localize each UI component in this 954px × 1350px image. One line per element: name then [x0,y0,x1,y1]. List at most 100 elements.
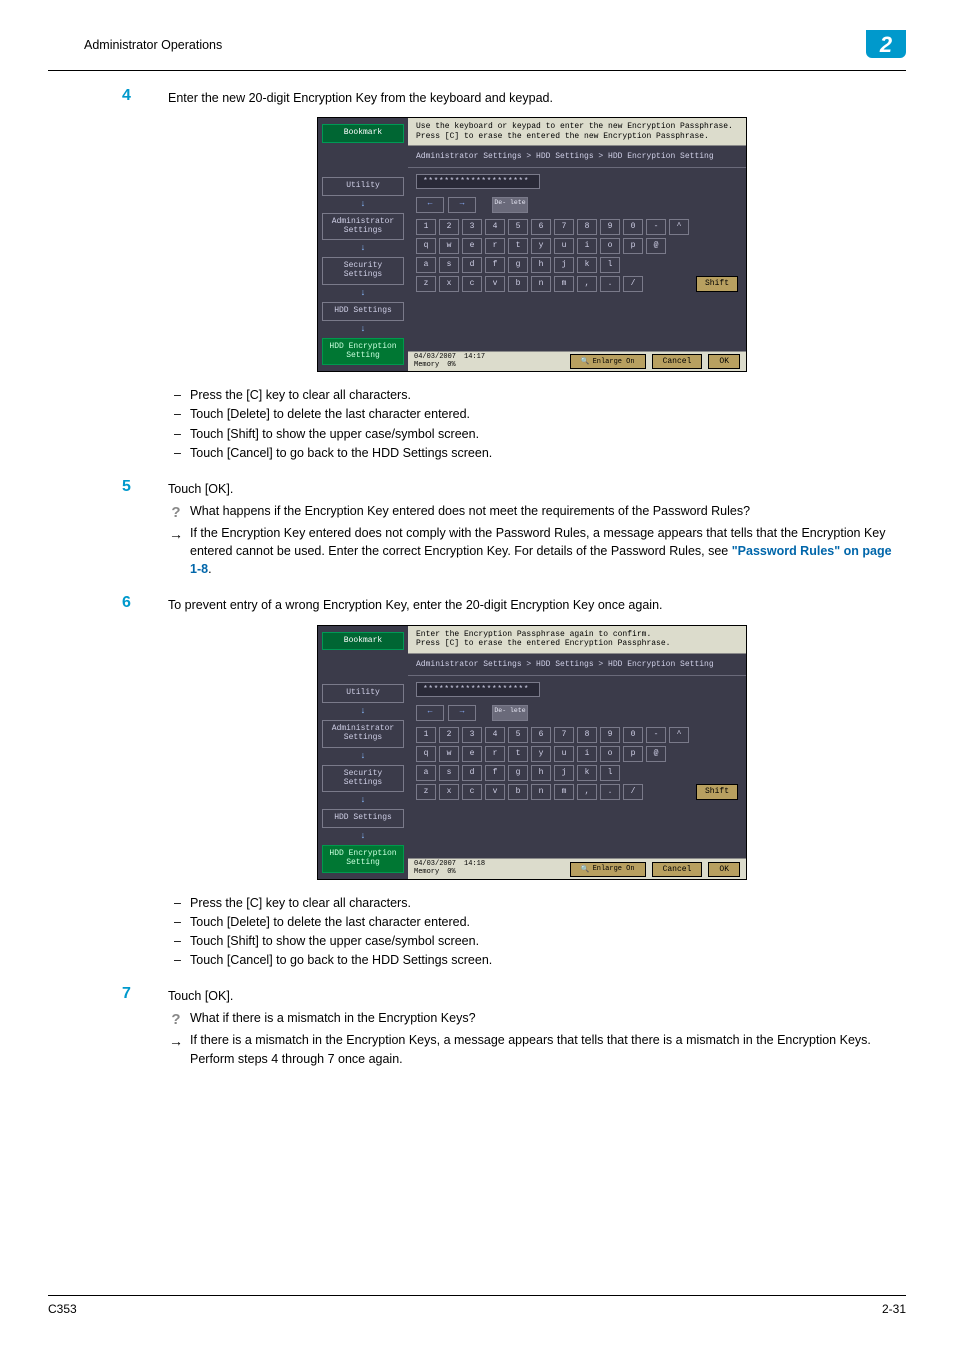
key-2[interactable]: 2 [439,727,459,743]
key-j[interactable]: j [554,257,574,273]
panel2-input[interactable]: ******************** [416,682,540,697]
key-q[interactable]: q [416,238,436,254]
key-7[interactable]: 7 [554,219,574,235]
key-l[interactable]: l [600,257,620,273]
key-h[interactable]: h [531,257,551,273]
key-k[interactable]: k [577,257,597,273]
shift-key[interactable]: Shift [696,276,738,292]
key-i[interactable]: i [577,746,597,762]
key-h[interactable]: h [531,765,551,781]
key-9[interactable]: 9 [600,219,620,235]
key-s[interactable]: s [439,257,459,273]
key--[interactable]: - [646,219,666,235]
enlarge-button[interactable]: 🔍 Enlarge On [570,862,646,877]
key-9[interactable]: 9 [600,727,620,743]
key-k[interactable]: k [577,765,597,781]
key-n[interactable]: n [531,784,551,800]
key-^[interactable]: ^ [669,219,689,235]
key-/[interactable]: / [623,784,643,800]
security-settings-button[interactable]: Security Settings [322,257,404,285]
key-u[interactable]: u [554,746,574,762]
key-s[interactable]: s [439,765,459,781]
key-8[interactable]: 8 [577,219,597,235]
key-4[interactable]: 4 [485,727,505,743]
key-1[interactable]: 1 [416,727,436,743]
delete-button[interactable]: De- lete [492,197,528,213]
enlarge-button[interactable]: 🔍 Enlarge On [570,354,646,369]
key-4[interactable]: 4 [485,219,505,235]
key-6[interactable]: 6 [531,219,551,235]
ok-button[interactable]: OK [708,862,740,877]
key-u[interactable]: u [554,238,574,254]
key-,[interactable]: , [577,784,597,800]
hdd-settings-button[interactable]: HDD Settings [322,809,404,828]
key-0[interactable]: 0 [623,727,643,743]
key-5[interactable]: 5 [508,727,528,743]
panel1-input[interactable]: ******************** [416,174,540,189]
hdd-encryption-button[interactable]: HDD Encryption Setting [322,338,404,366]
key-o[interactable]: o [600,238,620,254]
key--[interactable]: - [646,727,666,743]
key-8[interactable]: 8 [577,727,597,743]
hdd-encryption-button[interactable]: HDD Encryption Setting [322,845,404,873]
key-c[interactable]: c [462,784,482,800]
key-6[interactable]: 6 [531,727,551,743]
key-b[interactable]: b [508,784,528,800]
key-x[interactable]: x [439,784,459,800]
security-settings-button[interactable]: Security Settings [322,765,404,793]
arrow-left-button[interactable]: ← [416,197,444,213]
delete-button[interactable]: De- lete [492,705,528,721]
key-i[interactable]: i [577,238,597,254]
shift-key[interactable]: Shift [696,784,738,800]
key-z[interactable]: z [416,784,436,800]
key-@[interactable]: @ [646,238,666,254]
key-,[interactable]: , [577,276,597,292]
key-c[interactable]: c [462,276,482,292]
key-r[interactable]: r [485,746,505,762]
key-z[interactable]: z [416,276,436,292]
key-a[interactable]: a [416,257,436,273]
key-0[interactable]: 0 [623,219,643,235]
bookmark-button[interactable]: Bookmark [322,632,404,651]
key-^[interactable]: ^ [669,727,689,743]
key-w[interactable]: w [439,238,459,254]
key-3[interactable]: 3 [462,727,482,743]
key-g[interactable]: g [508,765,528,781]
key-@[interactable]: @ [646,746,666,762]
cancel-button[interactable]: Cancel [652,862,703,877]
key-r[interactable]: r [485,238,505,254]
key-v[interactable]: v [485,784,505,800]
key-5[interactable]: 5 [508,219,528,235]
key-m[interactable]: m [554,276,574,292]
key-p[interactable]: p [623,746,643,762]
key-y[interactable]: y [531,238,551,254]
key-d[interactable]: d [462,257,482,273]
key-w[interactable]: w [439,746,459,762]
key-1[interactable]: 1 [416,219,436,235]
arrow-right-button[interactable]: → [448,197,476,213]
key-n[interactable]: n [531,276,551,292]
key-v[interactable]: v [485,276,505,292]
key-o[interactable]: o [600,746,620,762]
key-m[interactable]: m [554,784,574,800]
key-e[interactable]: e [462,746,482,762]
key-b[interactable]: b [508,276,528,292]
key-l[interactable]: l [600,765,620,781]
key-e[interactable]: e [462,238,482,254]
key-j[interactable]: j [554,765,574,781]
cancel-button[interactable]: Cancel [652,354,703,369]
ok-button[interactable]: OK [708,354,740,369]
key-p[interactable]: p [623,238,643,254]
utility-button[interactable]: Utility [322,177,404,196]
key-7[interactable]: 7 [554,727,574,743]
key-q[interactable]: q [416,746,436,762]
key-t[interactable]: t [508,746,528,762]
key-.[interactable]: . [600,276,620,292]
arrow-right-button[interactable]: → [448,705,476,721]
key-f[interactable]: f [485,765,505,781]
key-/[interactable]: / [623,276,643,292]
bookmark-button[interactable]: Bookmark [322,124,404,143]
key-x[interactable]: x [439,276,459,292]
key-.[interactable]: . [600,784,620,800]
key-g[interactable]: g [508,257,528,273]
